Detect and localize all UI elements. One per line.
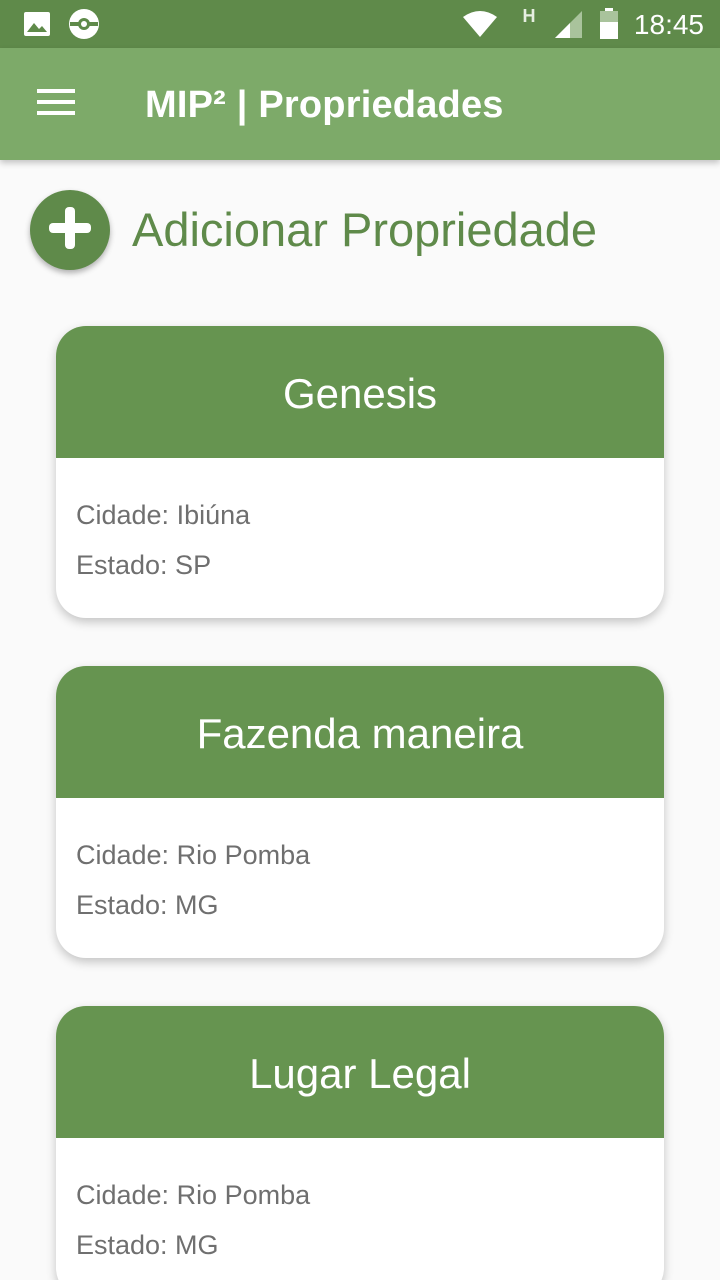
battery-icon: [598, 0, 620, 48]
menu-button[interactable]: [20, 68, 92, 140]
wifi-icon: [462, 0, 498, 48]
property-card[interactable]: Genesis Cidade: Ibiúna Estado: SP: [56, 326, 664, 618]
property-state: Estado: SP: [76, 550, 212, 580]
property-state: Estado: MG: [76, 890, 219, 920]
app-bar: MIP² | Propriedades: [0, 48, 720, 160]
property-name: Lugar Legal: [56, 1006, 664, 1138]
property-details: Cidade: Ibiúna Estado: SP: [56, 458, 664, 590]
property-city: Cidade: Rio Pomba: [76, 840, 311, 870]
add-property-button[interactable]: Adicionar Propriedade: [30, 190, 597, 270]
property-city: Cidade: Rio Pomba: [76, 1180, 311, 1210]
property-state: Estado: MG: [76, 1230, 219, 1260]
network-type-label: H: [522, 5, 536, 26]
circle-logo-icon: [68, 0, 100, 48]
image-icon: [22, 0, 52, 48]
property-details: Cidade: Rio Pomba Estado: MG: [56, 1138, 664, 1270]
property-name: Genesis: [56, 326, 664, 458]
page-title: MIP² | Propriedades: [145, 84, 504, 126]
property-name: Fazenda maneira: [56, 666, 664, 798]
hamburger-menu-icon: [37, 88, 75, 121]
property-details: Cidade: Rio Pomba Estado: MG: [56, 798, 664, 930]
property-card[interactable]: Lugar Legal Cidade: Rio Pomba Estado: MG: [56, 1006, 664, 1280]
add-fab[interactable]: [30, 190, 110, 270]
status-bar: H 18:45: [0, 0, 720, 48]
add-property-label: Adicionar Propriedade: [132, 203, 598, 256]
property-card[interactable]: Fazenda maneira Cidade: Rio Pomba Estado…: [56, 666, 664, 958]
signal-icon: [552, 0, 584, 48]
plus-icon: [47, 205, 93, 256]
property-city: Cidade: Ibiúna: [76, 500, 251, 530]
status-time: 18:45: [633, 9, 704, 40]
